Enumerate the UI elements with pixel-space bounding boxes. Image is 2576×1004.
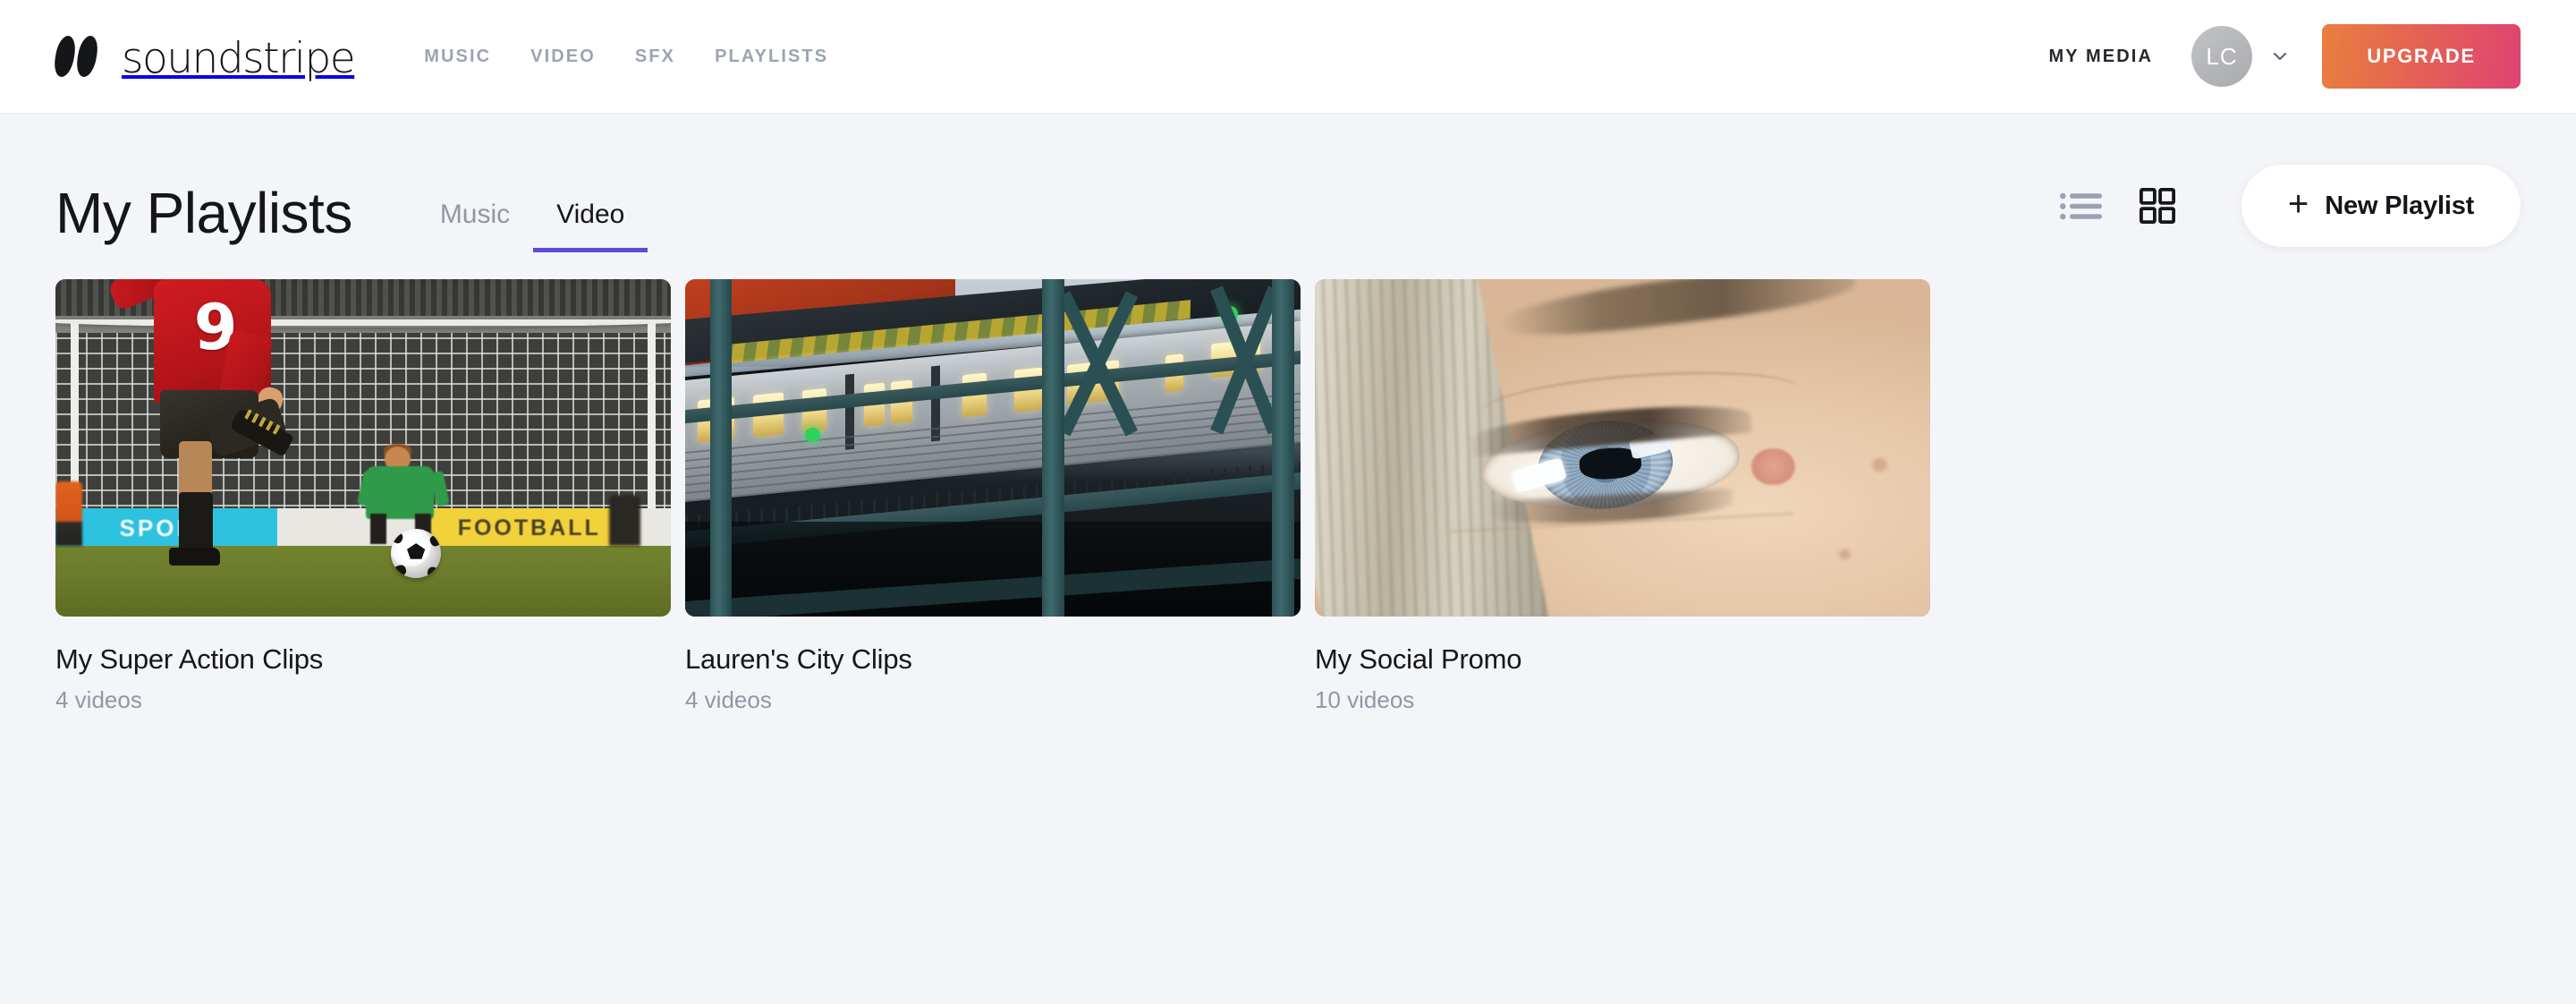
playlist-grid: SPORT FOOTBALL 9 My Super Action Clips 4… [0,279,2576,714]
account-menu[interactable]: LC [2191,26,2290,87]
nav-item-sfx[interactable]: SFX [635,47,675,67]
grid-view-icon[interactable] [2139,187,2176,225]
nav-item-playlists[interactable]: PLAYLISTS [715,47,828,67]
playlist-type-tabs: Music Video [417,200,648,279]
chevron-down-icon[interactable] [2270,47,2290,66]
brand-logo[interactable]: soundstripe [52,30,356,83]
page-header-actions: + New Playlist [2060,165,2521,279]
playlist-title: My Super Action Clips [55,643,324,675]
playlist-thumbnail-elevated-subway-train[interactable] [685,279,1301,617]
main-navigation: MUSIC VIDEO SFX PLAYLISTS [424,47,828,67]
nav-item-music[interactable]: MUSIC [424,47,491,67]
list-view-icon[interactable] [2060,191,2102,221]
playlist-video-count: 10 videos [1315,686,1415,714]
nav-item-video[interactable]: VIDEO [530,47,596,67]
playlist-card[interactable]: My Social Promo 10 videos [1315,279,1930,714]
upgrade-button[interactable]: UPGRADE [2322,24,2521,89]
playlist-card[interactable]: SPORT FOOTBALL 9 My Super Action Clips 4… [55,279,671,714]
avatar[interactable]: LC [2191,26,2252,87]
page-title: My Playlists [55,181,352,245]
thumb-ad-football: FOOTBALL [457,515,601,541]
playlist-thumbnail-close-up-blue-eye[interactable] [1315,279,1930,617]
new-playlist-label: New Playlist [2325,191,2475,220]
playlist-video-count: 4 videos [685,686,772,714]
page-header: My Playlists Music Video + New Playlist [0,114,2576,279]
new-playlist-button[interactable]: + New Playlist [2241,165,2521,247]
site-header: soundstripe MUSIC VIDEO SFX PLAYLISTS MY… [0,0,2576,114]
plus-icon: + [2287,184,2309,224]
playlist-title: Lauren's City Clips [685,643,912,675]
header-right-section: MY MEDIA LC UPGRADE [2049,24,2521,89]
playlist-card[interactable]: Lauren's City Clips 4 videos [685,279,1301,714]
playlist-title: My Social Promo [1315,643,1522,675]
brand-name: soundstripe [122,33,356,83]
playlist-video-count: 4 videos [55,686,142,714]
soundstripe-logo-icon [52,36,109,77]
tab-video[interactable]: Video [533,200,648,252]
my-media-link[interactable]: MY MEDIA [2049,47,2153,67]
tab-music[interactable]: Music [417,200,533,252]
playlist-thumbnail-soccer-penalty-kick[interactable]: SPORT FOOTBALL 9 [55,279,671,617]
view-mode-toggle [2060,187,2176,225]
